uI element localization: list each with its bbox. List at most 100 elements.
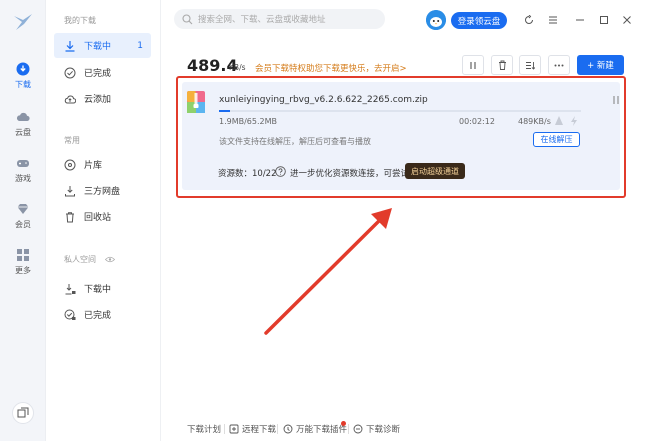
- super-channel-button[interactable]: 启动超级通道: [405, 163, 465, 179]
- pause-all-button[interactable]: [462, 55, 484, 75]
- footer-download-diagnosis[interactable]: 下载诊断: [353, 423, 400, 435]
- vip-promo-link[interactable]: 会员下载特权助您下载更快乐，去开启>: [255, 62, 407, 74]
- pause-icon: [470, 61, 476, 69]
- lightning-icon[interactable]: [568, 115, 580, 127]
- window-switch-icon: [17, 407, 29, 418]
- downloading-count: 1: [137, 40, 143, 51]
- close-button[interactable]: [621, 14, 633, 26]
- sidebar-item-private-downloading[interactable]: 下载中: [54, 276, 151, 301]
- speed-unit: KB/s: [229, 63, 246, 72]
- footer-label: 远程下载: [242, 425, 277, 435]
- plugin-icon: [283, 424, 293, 434]
- hamburger-icon: [549, 16, 557, 24]
- more-dots-icon: [554, 64, 564, 66]
- download-arrow-icon: [65, 40, 75, 52]
- close-icon: [623, 16, 631, 24]
- rail-item-label: 游戏: [15, 174, 31, 183]
- sidebar-item-third-party-drive[interactable]: 三方网盘: [54, 178, 151, 203]
- sidebar: 我的下载 下载中 1 已完成 云添加 常用 片库 三方网盘 回收站 私人空间 下…: [46, 0, 161, 441]
- search-placeholder: 搜索全网、下载、云盘或收藏地址: [198, 15, 326, 25]
- sort-button[interactable]: [519, 55, 541, 75]
- remote-icon: [229, 424, 239, 434]
- diagnosis-icon: [353, 424, 363, 434]
- sidebar-section-private: 私人空间: [64, 254, 115, 265]
- lock-check-icon: [64, 309, 76, 320]
- gamepad-icon: [17, 160, 29, 167]
- mini-mode-button[interactable]: [12, 402, 34, 424]
- menu-button[interactable]: [547, 14, 559, 26]
- sidebar-section-common: 常用: [64, 136, 80, 145]
- footer-universal-plugin[interactable]: 万能下载插件: [283, 423, 347, 435]
- trash-icon: [498, 60, 506, 70]
- eye-icon[interactable]: [104, 256, 115, 263]
- film-reel-icon: [64, 159, 76, 170]
- avatar[interactable]: [426, 10, 446, 30]
- maximize-button[interactable]: [598, 14, 610, 26]
- private-section-label: 私人空间: [64, 255, 96, 264]
- source-count: 资源数：10/22: [218, 169, 277, 179]
- sort-icon: [526, 61, 535, 70]
- sidebar-item-private-completed[interactable]: 已完成: [54, 302, 151, 327]
- rail-item-more[interactable]: 更多: [0, 248, 46, 276]
- footer-divider: [277, 424, 278, 434]
- time-remaining: 00:02:12: [459, 117, 495, 126]
- nav-rail: 下载 云盘 游戏 会员 更多: [0, 0, 46, 441]
- delete-button[interactable]: [491, 55, 513, 75]
- rail-item-label: 更多: [15, 266, 31, 275]
- boost-icon[interactable]: [553, 115, 565, 127]
- sidebar-item-label: 已完成: [84, 69, 112, 79]
- sidebar-item-cloud-add[interactable]: 云添加: [54, 86, 151, 111]
- rail-item-cloud[interactable]: 云盘: [0, 110, 46, 138]
- rail-item-label: 会员: [15, 220, 31, 229]
- sidebar-section-downloads: 我的下载: [64, 16, 96, 25]
- maximize-icon: [600, 16, 608, 24]
- refresh-button[interactable]: [523, 14, 535, 26]
- footer-label: 万能下载插件: [296, 425, 348, 435]
- more-button[interactable]: [548, 55, 570, 75]
- help-icon[interactable]: [275, 166, 286, 177]
- pause-task-icon[interactable]: [612, 95, 620, 105]
- new-task-button[interactable]: + 新建: [577, 55, 624, 75]
- online-unzip-button[interactable]: 在线解压: [533, 132, 580, 147]
- sidebar-item-downloading[interactable]: 下载中 1: [54, 33, 151, 58]
- task-speed: 489KB/s: [518, 117, 551, 126]
- search-input[interactable]: 搜索全网、下载、云盘或收藏地址: [174, 9, 385, 29]
- rail-item-download[interactable]: 下载: [0, 62, 46, 90]
- file-name[interactable]: xunleiyingying_rbvg_v6.2.6.622_2265.com.…: [219, 95, 428, 105]
- sidebar-item-label: 回收站: [84, 213, 112, 223]
- annotation-arrow: [264, 208, 392, 335]
- rail-item-vip[interactable]: 会员: [0, 202, 46, 230]
- online-unzip-hint: 该文件支持在线解压，解压后可查看与播放: [219, 137, 371, 146]
- sidebar-item-label: 三方网盘: [84, 187, 121, 197]
- progress-track: [219, 110, 581, 112]
- drive-download-icon: [65, 185, 75, 196]
- rail-item-game[interactable]: 游戏: [0, 156, 46, 184]
- footer-remote-download[interactable]: 远程下载: [229, 423, 276, 435]
- footer-download-plan[interactable]: 下载计划: [187, 423, 221, 435]
- sidebar-item-label: 片库: [84, 161, 103, 171]
- zip-file-icon: [187, 91, 205, 113]
- download-icon: [16, 62, 30, 76]
- search-icon: [182, 13, 193, 24]
- sidebar-item-label: 已完成: [84, 311, 112, 321]
- sidebar-item-library[interactable]: 片库: [54, 152, 151, 177]
- login-button[interactable]: 登录领云盘: [451, 12, 507, 29]
- sidebar-item-recycle-bin[interactable]: 回收站: [54, 204, 151, 229]
- minimize-button[interactable]: [574, 14, 586, 26]
- grid-icon: [17, 249, 29, 261]
- diamond-icon: [17, 204, 29, 214]
- footer-divider: [224, 424, 225, 434]
- rail-item-label: 云盘: [15, 128, 31, 137]
- thunder-logo-icon: [14, 14, 32, 30]
- check-circle-icon: [64, 67, 76, 78]
- rail-item-label: 下载: [15, 80, 31, 89]
- footer-divider: [348, 424, 349, 434]
- progress-fill: [219, 110, 230, 112]
- minimize-icon: [576, 19, 584, 21]
- optimize-note: 进一步优化资源数连接，可尝试: [290, 169, 410, 179]
- sidebar-item-label: 下载中: [84, 42, 112, 52]
- refresh-icon: [525, 15, 533, 24]
- sidebar-item-label: 下载中: [84, 285, 112, 295]
- sidebar-item-completed[interactable]: 已完成: [54, 60, 151, 85]
- bird-mascot-icon: [426, 10, 446, 30]
